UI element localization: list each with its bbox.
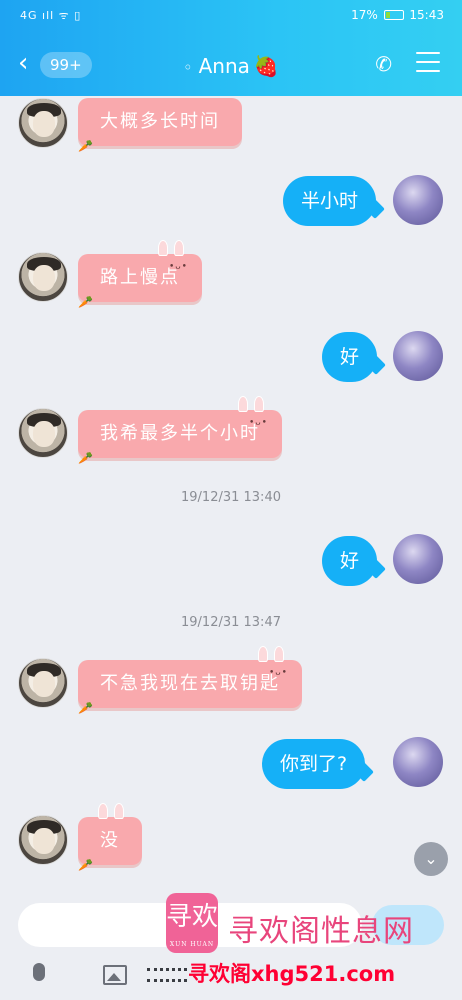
message-bubble-sent[interactable]: 好	[322, 536, 378, 586]
watermark-title: 寻欢阁性息网	[228, 914, 414, 949]
chat-header: 4G ıll ᯤ ▯ 17% 15:43 ‹ 99+ ◦ Anna 🍓 ✆	[0, 0, 462, 96]
message-bubble-received[interactable]: 我希最多半个小时 •ᴗ• 🥕	[78, 396, 282, 464]
image-icon[interactable]	[98, 958, 132, 992]
self-avatar[interactable]	[393, 175, 443, 225]
carrot-icon: 🥕	[78, 295, 95, 309]
message-timestamp: 19/12/31 13:40	[181, 490, 281, 505]
carrot-icon: 🥕	[78, 139, 95, 153]
message-bubble-received[interactable]: 没 🥕	[78, 803, 142, 871]
watermark-logo: 寻欢 XUN HUAN	[166, 893, 218, 953]
message-text: 好	[340, 346, 360, 368]
message-text: 不急我现在去取钥匙	[100, 673, 280, 694]
self-avatar[interactable]	[393, 331, 443, 381]
message-text: 好	[340, 550, 360, 572]
message-bubble-sent[interactable]: 好	[322, 332, 378, 382]
contact-avatar[interactable]	[18, 815, 68, 865]
contact-avatar[interactable]	[18, 98, 68, 148]
phone-icon[interactable]: ✆	[375, 52, 392, 76]
film-icon[interactable]	[144, 958, 190, 992]
bunny-ears-icon	[234, 396, 268, 412]
menu-icon[interactable]	[416, 52, 440, 74]
ear-icon: ◦	[183, 58, 193, 77]
message-text: 半小时	[301, 190, 359, 212]
bunny-ears-icon	[154, 240, 188, 256]
bunny-eyes-icon: •ᴗ•	[168, 262, 188, 272]
chevron-down-icon[interactable]: ⌄	[414, 842, 448, 876]
message-timestamp: 19/12/31 13:47	[181, 615, 281, 630]
contact-avatar[interactable]	[18, 408, 68, 458]
strawberry-emoji: 🍓	[253, 54, 279, 78]
carrot-icon: 🥕	[78, 858, 95, 872]
clock: 15:43	[409, 8, 444, 22]
bunny-eyes-icon: •ᴗ•	[248, 418, 268, 428]
message-text: 大概多长时间	[100, 111, 220, 132]
message-text: 我希最多半个小时	[100, 423, 260, 444]
microphone-icon[interactable]	[22, 958, 56, 992]
watermark-url: 寻欢阁xhg521.com	[188, 962, 396, 986]
chat-title[interactable]: ◦ Anna 🍓	[0, 52, 462, 82]
bunny-ears-icon	[94, 803, 128, 819]
contact-name: Anna	[198, 54, 250, 78]
contact-avatar[interactable]	[18, 252, 68, 302]
message-bubble-received[interactable]: 路上慢点 •ᴗ• 🥕	[78, 240, 202, 308]
carrot-icon: 🥕	[78, 701, 95, 715]
message-bubble-sent[interactable]: 半小时	[283, 176, 377, 226]
message-text: 你到了?	[280, 753, 348, 775]
contact-avatar[interactable]	[18, 658, 68, 708]
message-text: 没	[100, 830, 120, 851]
message-bubble-received[interactable]: 大概多长时间 🥕	[78, 98, 242, 152]
nav-bar: ‹ 99+ ◦ Anna 🍓 ✆	[0, 44, 462, 88]
self-avatar[interactable]	[393, 737, 443, 787]
message-bubble-received[interactable]: 不急我现在去取钥匙 •ᴗ• 🥕	[78, 646, 302, 714]
status-bar: 4G ıll ᯤ ▯ 17% 15:43	[0, 6, 462, 26]
battery-icon	[383, 10, 404, 20]
message-bubble-sent[interactable]: 你到了?	[262, 739, 366, 789]
bunny-eyes-icon: •ᴗ•	[268, 668, 288, 678]
carrot-icon: 🥕	[78, 451, 95, 465]
self-avatar[interactable]	[393, 534, 443, 584]
battery-percent: 17%	[351, 8, 378, 22]
bunny-ears-icon	[254, 646, 288, 662]
signal-indicator: 4G ıll ᯤ ▯	[20, 9, 82, 22]
status-right: 17% 15:43	[351, 8, 444, 22]
